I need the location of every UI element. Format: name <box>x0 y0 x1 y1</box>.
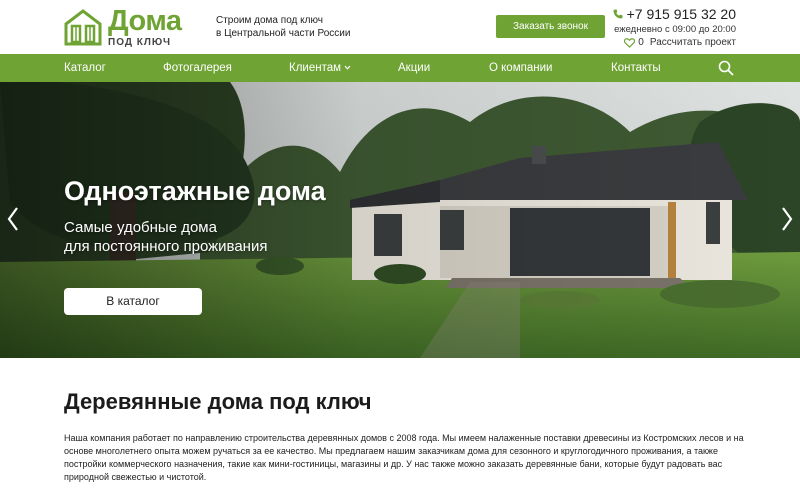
logo-word: Дома <box>108 4 182 37</box>
to-catalog-button[interactable]: В каталог <box>64 288 202 315</box>
hero-title: Одноэтажные дома <box>64 176 326 206</box>
heart-icon[interactable] <box>624 37 636 48</box>
calculate-project-link[interactable]: Рассчитать проект <box>650 37 736 48</box>
search-icon[interactable] <box>718 60 734 76</box>
hero-subtitle: Самые удобные дома для постоянного прожи… <box>64 219 268 255</box>
house-logo-icon <box>64 9 102 46</box>
site-header: Дома ПОД КЛЮЧ Строим дома под ключ в Цен… <box>0 0 800 54</box>
main-navigation: Каталог Фотогалерея Клиентам Акции О ком… <box>0 54 800 82</box>
working-hours: ежедневно с 09:00 до 20:00 <box>614 24 736 35</box>
header-tagline: Строим дома под ключ в Центральной части… <box>216 15 351 39</box>
phone-icon <box>613 9 623 19</box>
site-logo[interactable]: Дома ПОД КЛЮЧ <box>64 5 204 49</box>
phone-link[interactable]: +7 915 915 32 20 <box>606 6 736 22</box>
section-text: Наша компания работает по направлению ст… <box>64 433 744 482</box>
order-call-button[interactable]: Заказать звонок <box>496 15 605 38</box>
section-title: Деревянные дома под ключ <box>64 389 372 414</box>
nav-item-gallery[interactable]: Фотогалерея <box>163 54 232 82</box>
nav-item-catalog[interactable]: Каталог <box>64 54 106 82</box>
nav-item-about[interactable]: О компании <box>489 54 552 82</box>
favorites-count: 0 <box>638 37 644 48</box>
chevron-left-icon[interactable] <box>6 206 20 232</box>
header-contacts: +7 915 915 32 20 ежедневно с 09:00 до 20… <box>606 6 736 48</box>
logo-subtitle: ПОД КЛЮЧ <box>108 36 172 48</box>
nav-item-promotions[interactable]: Акции <box>398 54 430 82</box>
nav-item-contacts[interactable]: Контакты <box>611 54 661 82</box>
chevron-right-icon[interactable] <box>780 206 794 232</box>
nav-item-clients[interactable]: Клиентам <box>289 54 351 82</box>
hero-slider: Одноэтажные дома Самые удобные дома для … <box>0 82 800 358</box>
chevron-down-icon <box>344 66 351 71</box>
